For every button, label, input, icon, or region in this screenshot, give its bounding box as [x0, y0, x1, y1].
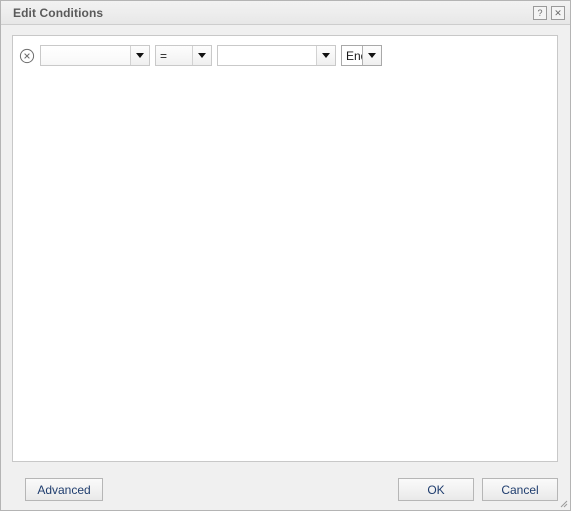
condition-operator-value: =: [156, 46, 192, 65]
close-icon[interactable]: ✕: [551, 5, 565, 20]
dialog-titlebar[interactable]: Edit Conditions ? ✕: [1, 1, 570, 25]
circle-x-icon[interactable]: [19, 48, 35, 64]
help-icon[interactable]: ?: [533, 5, 547, 20]
titlebar-buttons: ? ✕: [533, 5, 565, 20]
arrow-glyph: [136, 53, 144, 58]
condition-field-value: [41, 46, 130, 65]
chevron-down-icon[interactable]: [130, 46, 149, 65]
condition-row: = End: [13, 36, 557, 66]
cancel-button[interactable]: Cancel: [482, 478, 558, 501]
condition-operator-select[interactable]: =: [155, 45, 212, 66]
arrow-glyph: [368, 53, 376, 58]
condition-value-value: [218, 46, 316, 65]
conditions-panel: = End: [12, 35, 558, 462]
edit-conditions-dialog: Edit Conditions ? ✕ = En Advanced OK Can…: [0, 0, 571, 511]
condition-value-select[interactable]: [217, 45, 336, 66]
arrow-glyph: [322, 53, 330, 58]
condition-field-select[interactable]: [40, 45, 150, 66]
condition-conjunction-select[interactable]: End: [341, 45, 382, 66]
arrow-glyph: [198, 53, 206, 58]
dialog-footer: Advanced OK Cancel: [1, 469, 570, 510]
resize-grip-icon[interactable]: [559, 499, 568, 508]
chevron-down-icon[interactable]: [192, 46, 211, 65]
dialog-title: Edit Conditions: [13, 5, 104, 20]
chevron-down-icon[interactable]: [316, 46, 335, 65]
chevron-down-icon[interactable]: [362, 46, 381, 65]
ok-button[interactable]: OK: [398, 478, 474, 501]
condition-conjunction-value: End: [342, 46, 362, 65]
dialog-body: = End: [1, 25, 570, 469]
footer-actions: OK Cancel: [398, 478, 558, 501]
advanced-button[interactable]: Advanced: [25, 478, 103, 501]
